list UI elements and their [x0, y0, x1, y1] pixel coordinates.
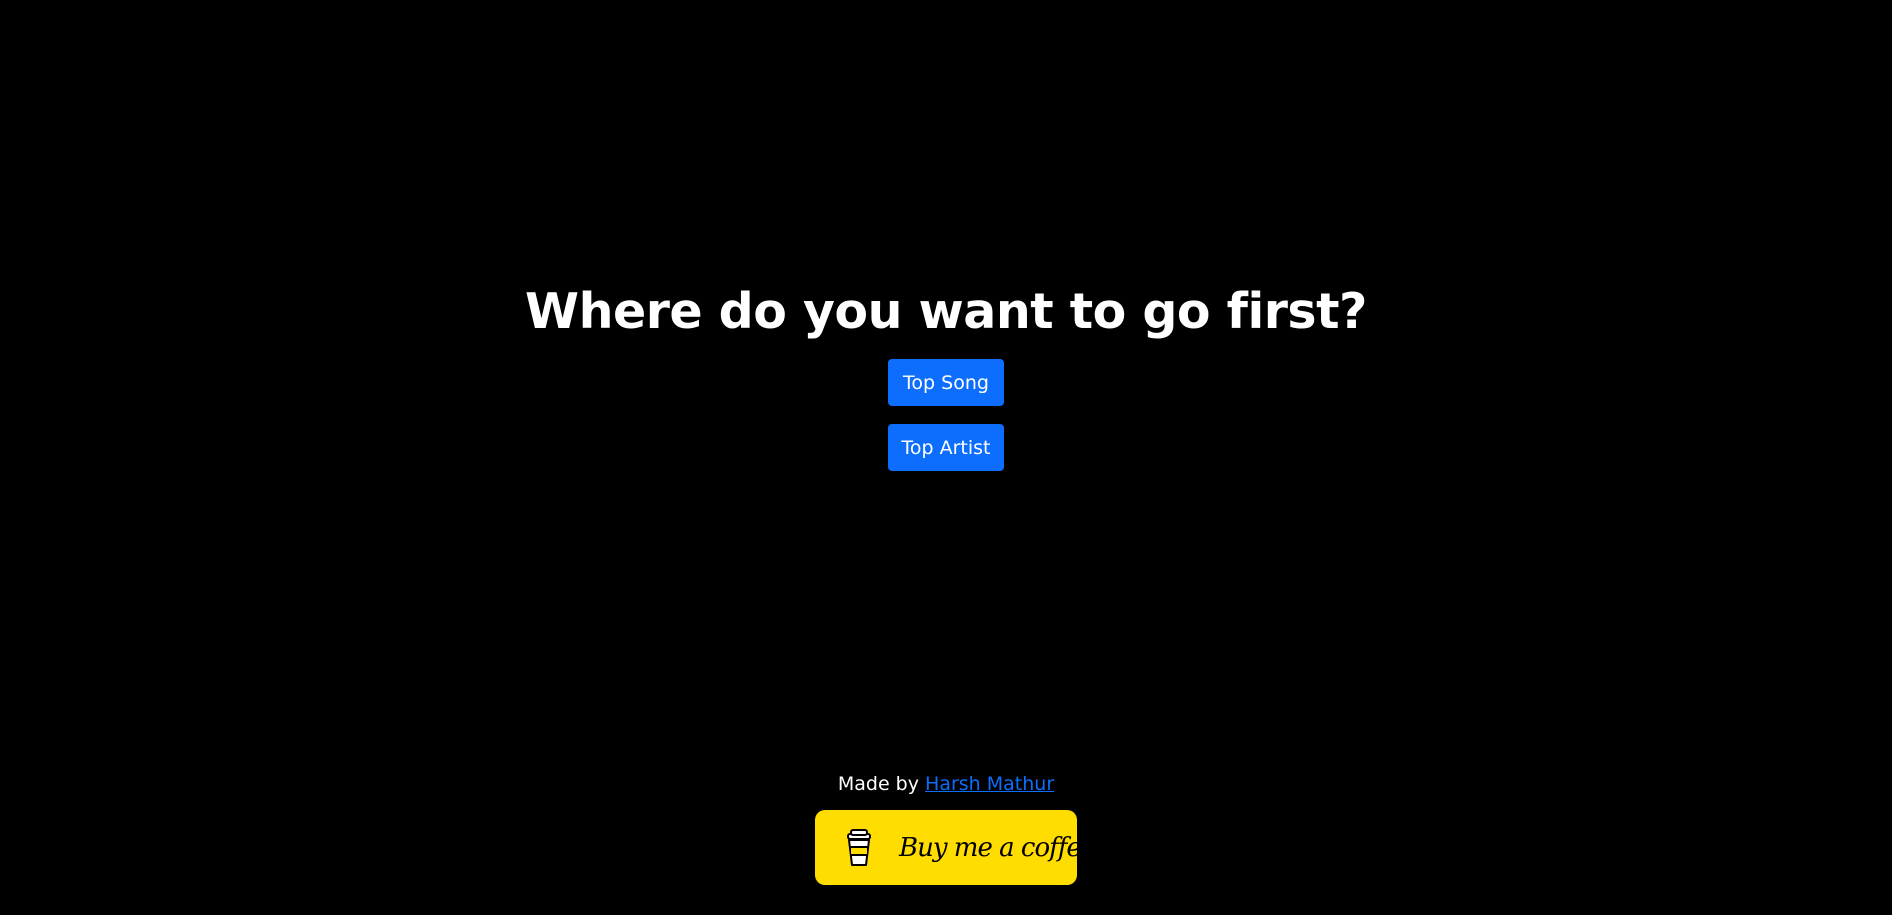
footer: Made by Harsh Mathur Buy me a coffee	[0, 770, 1892, 885]
coffee-cup-icon	[843, 828, 875, 868]
coffee-label: Buy me a coffee	[899, 832, 1096, 863]
top-artist-button[interactable]: Top Artist	[888, 424, 1004, 471]
buy-me-a-coffee-button[interactable]: Buy me a coffee	[815, 810, 1096, 885]
page: Where do you want to go first? Top Song …	[0, 0, 1892, 915]
author-link[interactable]: Harsh Mathur	[925, 773, 1054, 795]
page-heading: Where do you want to go first?	[525, 283, 1367, 340]
credit-line: Made by Harsh Mathur	[838, 770, 1054, 798]
made-by-label: Made by	[837, 773, 919, 795]
hero-section: Where do you want to go first? Top Song …	[0, 276, 1892, 471]
top-song-button[interactable]: Top Song	[888, 359, 1004, 406]
